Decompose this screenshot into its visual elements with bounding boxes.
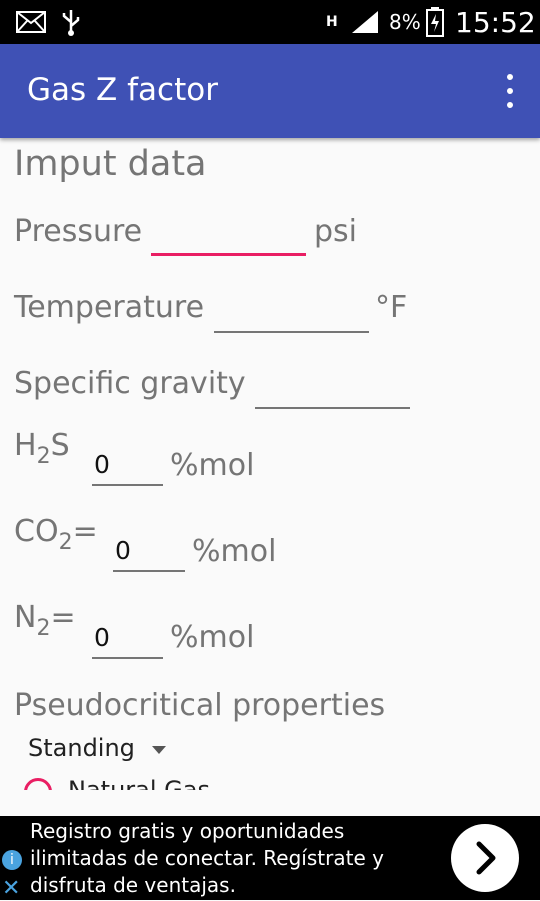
h2s-unit: %mol	[170, 448, 255, 483]
overflow-menu-icon[interactable]	[504, 74, 516, 108]
network-type: H	[326, 14, 338, 30]
close-icon[interactable]: ✕	[2, 876, 20, 901]
specific-gravity-input[interactable]	[255, 369, 410, 409]
method-select-value: Standing	[28, 734, 135, 762]
temperature-input[interactable]	[214, 293, 369, 333]
co2-input[interactable]: 0	[113, 532, 185, 572]
specific-gravity-label: Specific gravity	[14, 366, 246, 401]
ad-banner[interactable]: i ✕ Registro gratis y oportunidades ilim…	[0, 816, 540, 901]
ad-next-button[interactable]	[451, 824, 519, 892]
signal-icon	[350, 0, 380, 44]
co2-unit: %mol	[192, 534, 277, 569]
clock: 15:52	[455, 5, 536, 39]
method-select[interactable]: Standing	[28, 734, 166, 762]
co2-label: CO2=	[14, 514, 98, 555]
n2-label: N2=	[14, 600, 76, 641]
battery-percent: 8%	[389, 10, 421, 34]
status-bar: H 8% 15:52	[0, 0, 540, 44]
battery-icon	[426, 0, 444, 44]
app-bar: Gas Z factor	[0, 44, 540, 138]
app-title: Gas Z factor	[27, 72, 218, 108]
pressure-input[interactable]	[151, 216, 306, 256]
h2s-input[interactable]: 0	[92, 446, 163, 486]
h2s-label: H2S	[14, 428, 70, 469]
dropdown-arrow-icon	[152, 746, 166, 754]
mail-icon	[16, 0, 46, 44]
chevron-right-icon	[476, 841, 496, 875]
section-title: Imput data	[14, 144, 207, 184]
temperature-unit: °F	[375, 290, 408, 325]
input-form: Imput data Pressure psi Temperature °F S…	[0, 138, 540, 790]
pressure-unit: psi	[314, 214, 358, 249]
pressure-label: Pressure	[14, 214, 143, 249]
ad-text: Registro gratis y oportunidades ilimitad…	[30, 819, 384, 897]
radio-label: Natural Gas	[68, 776, 210, 790]
pseudocritical-title: Pseudocritical properties	[14, 688, 386, 723]
n2-unit: %mol	[170, 620, 255, 655]
usb-icon	[60, 0, 82, 44]
n2-input[interactable]: 0	[92, 619, 163, 659]
temperature-label: Temperature	[14, 290, 205, 325]
info-icon[interactable]: i	[2, 850, 22, 870]
radio-icon	[24, 778, 52, 790]
